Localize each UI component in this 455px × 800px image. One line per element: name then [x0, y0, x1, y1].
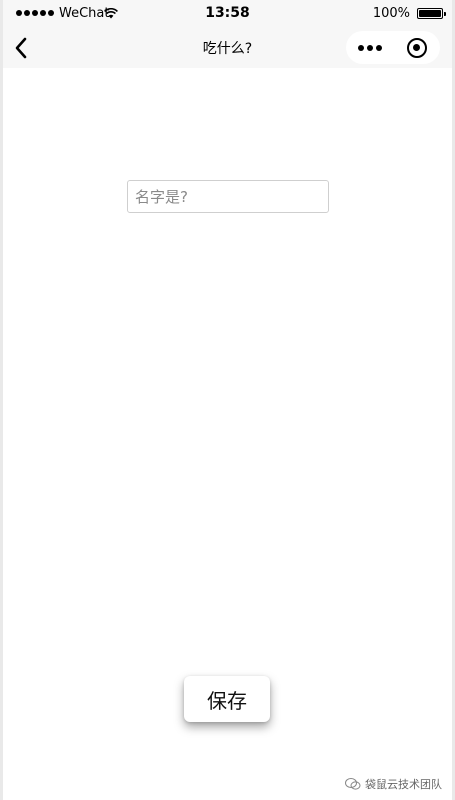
wechat-logo-icon	[345, 778, 361, 790]
battery-icon	[417, 8, 446, 19]
miniprogram-capsule	[346, 31, 440, 64]
battery-percentage: 100%	[372, 6, 410, 21]
phone-screen: WeChat 13:58 100% 吃什么? 名字是? 保存 袋鼠云技术团队	[3, 0, 452, 800]
status-bar: WeChat 13:58 100%	[3, 0, 452, 28]
name-input[interactable]	[127, 180, 329, 213]
watermark-text: 袋鼠云技术团队	[365, 778, 442, 791]
close-button[interactable]	[393, 31, 440, 64]
more-dots-icon	[357, 44, 382, 51]
more-button[interactable]	[346, 31, 393, 64]
watermark: 袋鼠云技术团队	[345, 776, 442, 792]
target-close-icon	[406, 37, 427, 58]
save-button[interactable]: 保存	[184, 676, 270, 722]
navigation-bar: 吃什么?	[3, 28, 452, 68]
